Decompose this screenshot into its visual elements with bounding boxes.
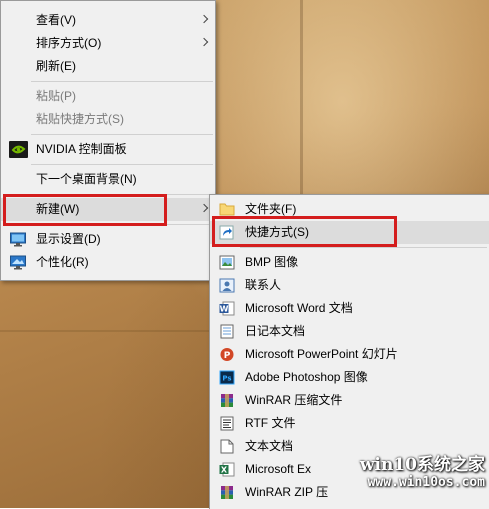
menu-item-paste[interactable]: 粘贴(P) [1,85,215,108]
submenu-item-bmp-image[interactable]: BMP 图像 [210,251,489,274]
submenu-item-winrar-archive[interactable]: WinRAR 压缩文件 [210,389,489,412]
text-document-icon [220,439,234,454]
menu-item-nvidia-control-panel[interactable]: NVIDIA 控制面板 [1,138,215,161]
submenu-item-word-document[interactable]: W Microsoft Word 文档 [210,297,489,320]
menu-item-refresh[interactable]: 刷新(E) [1,55,215,78]
display-settings-icon [10,232,26,247]
submenu-item-label: Adobe Photoshop 图像 [245,370,368,384]
submenu-arrow-icon [199,203,209,213]
winrar-icon [221,394,233,407]
submenu-item-label: Microsoft PowerPoint 幻灯片 [245,347,398,361]
menu-item-label: 排序方式(O) [36,36,102,50]
menu-item-label: NVIDIA 控制面板 [36,142,127,156]
svg-text:X: X [221,466,228,475]
menu-item-label: 显示设置(D) [36,232,101,246]
submenu-item-photoshop-image[interactable]: Ps Adobe Photoshop 图像 [210,366,489,389]
svg-text:P: P [224,351,231,361]
submenu-item-label: 文本文档 [245,439,294,453]
menu-item-sort-by[interactable]: 排序方式(O) [1,32,215,55]
menu-separator [31,134,213,135]
submenu-item-label: 联系人 [245,278,282,292]
submenu-item-contact[interactable]: 联系人 [210,274,489,297]
submenu-item-label: RTF 文件 [245,416,296,430]
submenu-arrow-icon [199,37,209,47]
word-icon: W [219,301,235,316]
highlight-box-new [3,194,167,226]
menu-item-label: 下一个桌面背景(N) [36,172,137,186]
submenu-item-label: WinRAR ZIP 压 [245,485,329,499]
menu-item-next-desktop-background[interactable]: 下一个桌面背景(N) [1,168,215,191]
watermark-title: win10系统之家 [359,455,485,475]
powerpoint-icon: P [220,348,234,361]
excel-icon: X [219,462,235,477]
submenu-item-label: WinRAR 压缩文件 [245,393,343,407]
svg-text:Ps: Ps [222,375,231,383]
submenu-item-journal-document[interactable]: 日记本文档 [210,320,489,343]
menu-separator [31,164,213,165]
photoshop-icon: Ps [219,370,235,385]
menu-item-label: 粘贴快捷方式(S) [36,112,124,126]
menu-item-view[interactable]: 查看(V) [1,9,215,32]
bmp-image-icon [219,255,235,270]
highlight-box-shortcut [212,216,397,247]
menu-item-label: 刷新(E) [36,59,76,73]
personalize-icon [10,255,26,270]
journal-icon [220,324,234,339]
submenu-item-label: 日记本文档 [245,324,306,338]
submenu-item-rtf-file[interactable]: RTF 文件 [210,412,489,435]
submenu-item-powerpoint-slides[interactable]: P Microsoft PowerPoint 幻灯片 [210,343,489,366]
watermark: win10系统之家 www.win10os.com [360,450,485,490]
menu-item-paste-shortcut[interactable]: 粘贴快捷方式(S) [1,108,215,131]
watermark-url: www.win10os.com [367,475,485,490]
menu-separator [31,81,213,82]
menu-item-label: 个性化(R) [36,255,89,269]
svg-text:W: W [220,305,229,314]
submenu-arrow-icon [199,14,209,24]
nvidia-icon [9,141,28,158]
submenu-item-label: Microsoft Ex [245,462,312,476]
submenu-item-label: Microsoft Word 文档 [245,301,353,315]
contact-icon [219,278,235,293]
menu-item-label: 粘贴(P) [36,89,76,103]
menu-item-label: 查看(V) [36,13,76,27]
menu-item-display-settings[interactable]: 显示设置(D) [1,228,215,251]
winrar-zip-icon [221,486,233,499]
submenu-item-label: BMP 图像 [245,255,299,269]
menu-item-personalize[interactable]: 个性化(R) [1,251,215,274]
menu-separator [240,247,487,248]
folder-icon [219,203,235,216]
rtf-icon [220,416,234,431]
desktop-context-menu: 查看(V) 排序方式(O) 刷新(E) 粘贴(P) 粘贴快捷方式(S) NVID… [0,0,216,281]
